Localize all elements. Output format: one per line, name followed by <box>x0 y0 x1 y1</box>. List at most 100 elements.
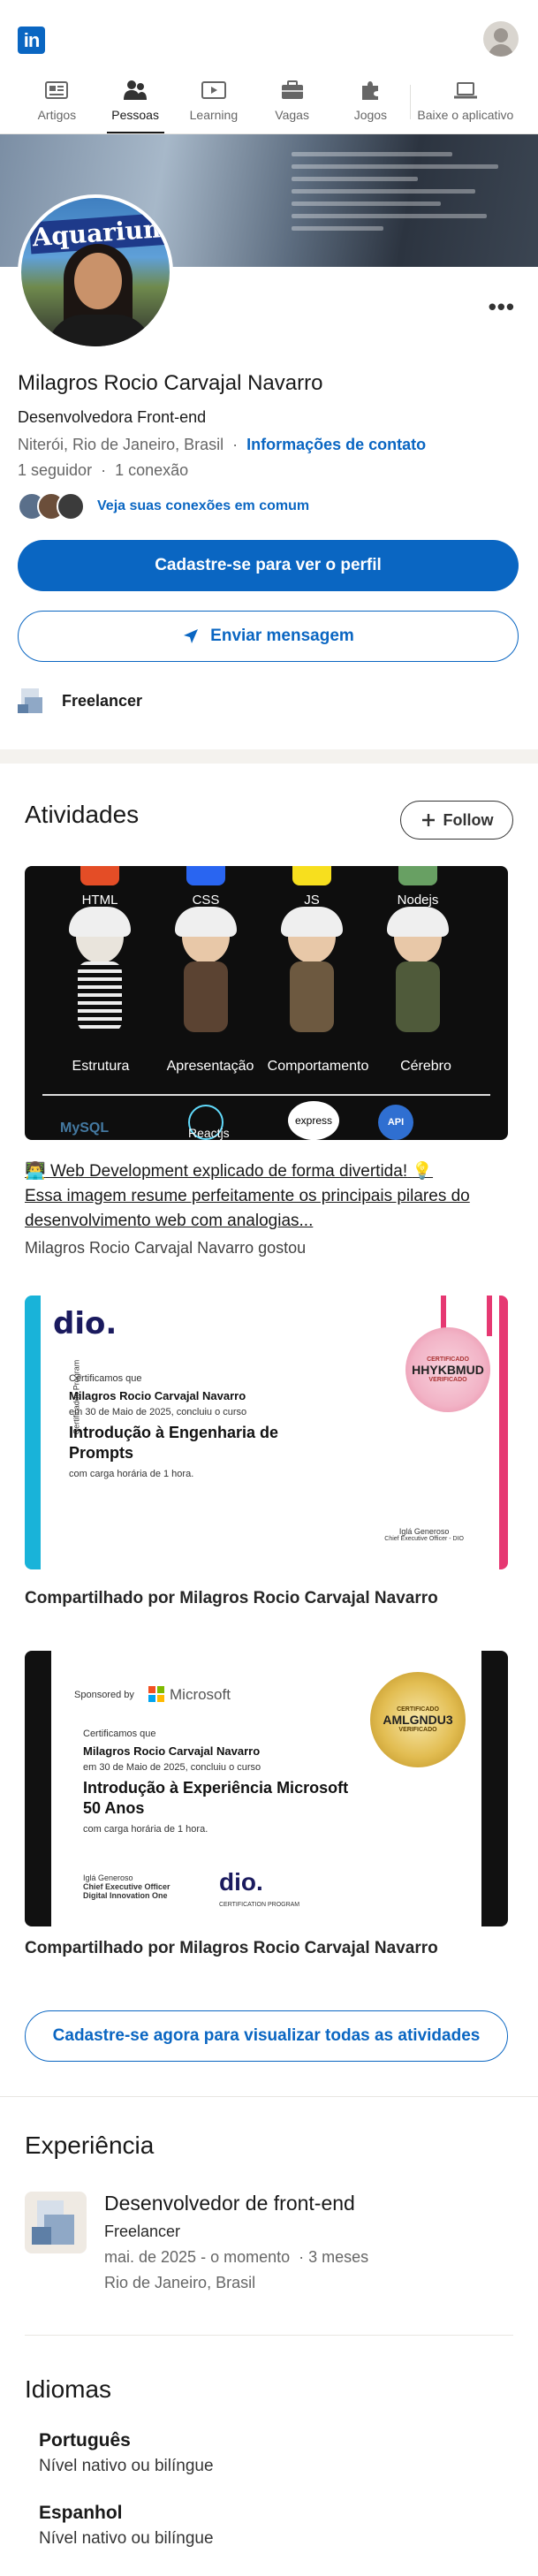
post-3-shared-by: Compartilhado por Milagros Rocio Carvaja… <box>25 1939 438 1957</box>
column-label: HTML <box>81 893 118 908</box>
seal-code: HHYKBMUD <box>412 1363 484 1377</box>
profile-identity: Milagros Rocio Carvajal Navarro Desenvol… <box>0 0 538 715</box>
separator-dot: · <box>228 436 247 453</box>
section-divider <box>0 2096 538 2097</box>
experience-period: mai. de 2025 - o momento <box>104 2248 291 2266</box>
cert-signer: Iglá Generoso Chief Executive Officer Di… <box>83 1873 170 1900</box>
cert-signer: Iglá Generoso Chief Executive Officer - … <box>384 1527 464 1542</box>
experience-role: Desenvolvedor de front-end <box>104 2192 355 2215</box>
experience-duration: 3 meses <box>308 2248 369 2266</box>
photo-shirt <box>48 315 152 346</box>
seal-top: CERTIFICADO <box>427 1356 469 1363</box>
language-item: Português Nível nativo ou bilíngue <box>25 2430 513 2476</box>
post-1-title[interactable]: 👨‍💻 Web Development explicado de forma d… <box>25 1159 513 1184</box>
html-badge <box>80 866 119 885</box>
cert-course: Introdução à Experiência Microsoft 50 An… <box>83 1779 349 1817</box>
signer-name: Iglá Generoso <box>83 1873 133 1882</box>
follow-button[interactable]: Follow <box>400 801 513 840</box>
send-message-label: Enviar mensagem <box>210 627 354 645</box>
language-level: Nível nativo ou bilíngue <box>39 2529 214 2548</box>
cert-date-line: em 30 de Maio de 2025, concluiu o curso <box>83 1762 261 1773</box>
contact-info-link[interactable]: Informações de contato <box>246 436 426 453</box>
dio-logo: dio. <box>219 1868 263 1896</box>
sub-label: Cérebro <box>400 1059 451 1074</box>
cert-hours: com carga horária de 1 hora. <box>83 1824 208 1835</box>
einstein-figure <box>281 907 343 1043</box>
post-3: Sponsored by Microsoft Certificamos que … <box>0 1651 538 1958</box>
post-1-liked-by: Milagros Rocio Carvajal Navarro gostou <box>25 1239 307 1257</box>
experience-dates: mai. de 2025 - o momento · 3 meses <box>104 2248 368 2267</box>
seal-bottom: VERIFICADO <box>398 1727 437 1733</box>
column-label: JS <box>304 893 320 908</box>
signer-role: Chief Executive Officer - DIO <box>384 1536 464 1542</box>
signup-view-profile-button[interactable]: Cadastre-se para ver o perfil <box>18 540 519 591</box>
current-company[interactable]: Freelancer <box>18 687 520 715</box>
photo-face <box>74 253 122 309</box>
skeleton-figure <box>69 907 131 1043</box>
js-badge <box>292 866 331 885</box>
cert-certify: Certificamos que <box>83 1729 156 1739</box>
post-1-excerpt[interactable]: Essa imagem resume perfeitamente os prin… <box>25 1184 513 1234</box>
experience-title: Experiência <box>25 2131 155 2159</box>
signer-role: Chief Executive Officer <box>83 1882 170 1891</box>
follow-label: Follow <box>443 810 494 829</box>
mysql-logo: MySQL <box>60 1121 110 1136</box>
laptop-emoji: 👨‍💻 <box>25 1162 46 1181</box>
seal-ribbon <box>487 1296 492 1336</box>
languages-section: Idiomas Português Nível nativo ou bilíng… <box>0 2375 538 2549</box>
language-level: Nível nativo ou bilíngue <box>39 2457 214 2475</box>
experience-company: Freelancer <box>104 2223 181 2240</box>
experience-location: Rio de Janeiro, Brasil <box>104 2274 256 2291</box>
activities-section: Atividades Follow <box>0 801 538 840</box>
language-name: Espanhol <box>39 2503 123 2523</box>
api-icon: API <box>378 1105 413 1140</box>
post-2-certificate-image[interactable]: dio. Certificados Program Certificamos q… <box>25 1296 508 1569</box>
dio-logo: dio. <box>53 1306 117 1341</box>
column-label: Nodejs <box>397 893 439 908</box>
section-divider <box>0 749 538 764</box>
network-line: 1 seguidor · 1 conexão <box>18 461 520 480</box>
profile-photo[interactable]: Aquarium <box>18 194 173 350</box>
separator-dot: · <box>96 461 116 479</box>
verification-seal: CERTIFICADO HHYKBMUD VERIFICADO <box>405 1327 490 1412</box>
followers-count: 1 seguidor <box>18 461 93 479</box>
column-label: CSS <box>192 893 220 908</box>
sub-label: Comportamento <box>267 1059 369 1074</box>
bulb-emoji: 💡 <box>412 1162 434 1181</box>
mutual-connections[interactable]: Veja suas conexões em comum <box>18 492 520 521</box>
edu-column-css: CSS <box>157 866 254 1140</box>
edu-column-html: HTML <box>51 866 148 1140</box>
post-1-caption[interactable]: 👨‍💻 Web Development explicado de forma d… <box>25 1159 513 1234</box>
seal-bottom: VERIFICADO <box>428 1377 467 1383</box>
sub-label: Estrutura <box>72 1059 130 1074</box>
profile-name: Milagros Rocio Carvajal Navarro <box>18 371 323 395</box>
send-message-button[interactable]: Enviar mensagem <box>18 611 519 662</box>
verification-seal: CERTIFICADO AMLGNDU3 VERIFICADO <box>370 1672 466 1767</box>
profile-location: Niterói, Rio de Janeiro, Brasil <box>18 436 224 453</box>
languages-title: Idiomas <box>25 2375 112 2403</box>
plus-icon <box>421 814 435 826</box>
signup-view-activities-button[interactable]: Cadastre-se agora para visualizar todas … <box>25 2010 508 2062</box>
language-item: Espanhol Nível nativo ou bilíngue <box>25 2503 513 2549</box>
post-3-certificate-image[interactable]: Sponsored by Microsoft Certificamos que … <box>25 1651 508 1926</box>
cert-hours: com carga horária de 1 hora. <box>69 1469 194 1479</box>
nodejs-badge <box>398 866 437 885</box>
post-2-shared-by: Compartilhado por Milagros Rocio Carvaja… <box>25 1589 438 1607</box>
cert-certify: Certificamos que <box>69 1373 142 1384</box>
connections-count: 1 conexão <box>115 461 189 479</box>
seal-code: AMLGNDU3 <box>383 1713 453 1727</box>
css-badge <box>186 866 225 885</box>
post-1-image[interactable]: HTML CSS JS Nodejs Estrutura Apresentaçã… <box>25 866 508 1140</box>
post-2: dio. Certificados Program Certificamos q… <box>0 1296 538 1608</box>
experience-section: Experiência Desenvolvedor de front-end F… <box>0 2131 538 2292</box>
activities-cta: Cadastre-se agora para visualizar todas … <box>0 2010 538 2062</box>
react-label: Reactjs <box>188 1126 230 1140</box>
profile-page: in Artigos Pessoas Learning Vagas Jogos … <box>0 0 538 2576</box>
mutual-connections-link[interactable]: Veja suas conexões em comum <box>97 498 309 514</box>
company-name: Freelancer <box>62 691 143 710</box>
send-icon <box>184 629 199 643</box>
cert-date-line: em 30 de Maio de 2025, concluiu o curso <box>69 1407 247 1417</box>
experience-item[interactable]: Desenvolvedor de front-end Freelancer ma… <box>25 2192 513 2292</box>
company-logo-icon <box>25 2192 87 2253</box>
edu-column-nodejs: Nodejs <box>369 866 466 1140</box>
